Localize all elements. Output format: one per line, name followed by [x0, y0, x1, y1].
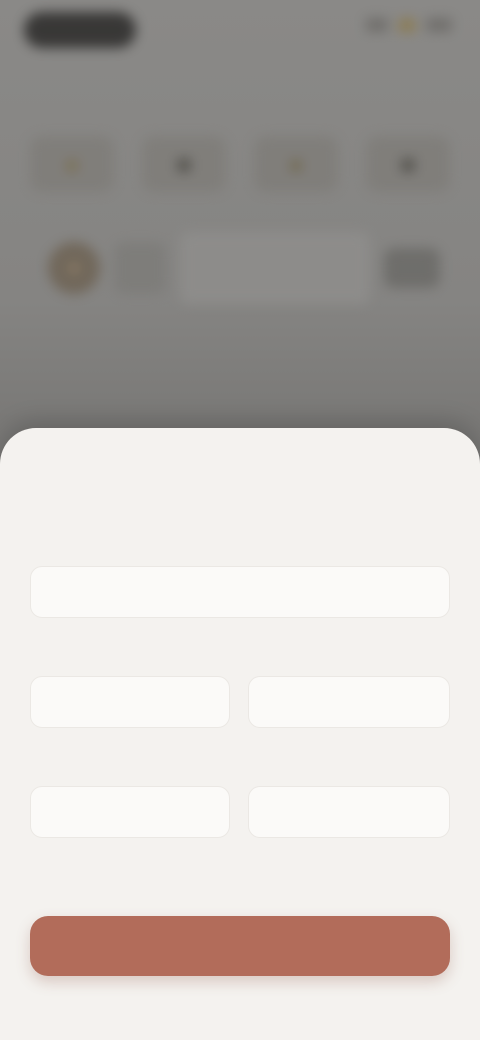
field-1-input[interactable]: [30, 566, 450, 618]
background-tile-3[interactable]: ●: [254, 136, 338, 192]
background-tile-1[interactable]: ●: [30, 136, 114, 192]
tile-icon-2: ■: [176, 148, 192, 179]
field-5-input[interactable]: [248, 786, 450, 838]
avatar-icon: ●: [67, 256, 81, 279]
field-2-input[interactable]: [30, 676, 230, 728]
field-4-input[interactable]: [30, 786, 230, 838]
tile-icon-4: ■: [400, 148, 416, 179]
wifi-icon: [398, 18, 416, 32]
screen: ● ■ ● ■ ●: [0, 0, 480, 1040]
avatar: ●: [48, 242, 100, 294]
tile-icon-1: ●: [64, 148, 80, 179]
background-tile-row: ● ■ ● ■: [30, 136, 450, 192]
background-tile-2[interactable]: ■: [142, 136, 226, 192]
thumbnail: [114, 242, 166, 294]
tile-icon-3: ●: [288, 148, 304, 179]
signal-icon: [366, 18, 388, 32]
submit-button[interactable]: [30, 916, 450, 976]
field-3-input[interactable]: [248, 676, 450, 728]
row-content: [180, 232, 370, 304]
status-bar: [0, 8, 480, 52]
battery-icon: [426, 18, 452, 32]
status-icons: [366, 18, 452, 32]
bottom-sheet: [0, 428, 480, 1040]
background-list-row: ●: [48, 228, 440, 308]
status-time: [24, 12, 136, 48]
background-tile-4[interactable]: ■: [366, 136, 450, 192]
row-action-button[interactable]: [384, 248, 440, 288]
